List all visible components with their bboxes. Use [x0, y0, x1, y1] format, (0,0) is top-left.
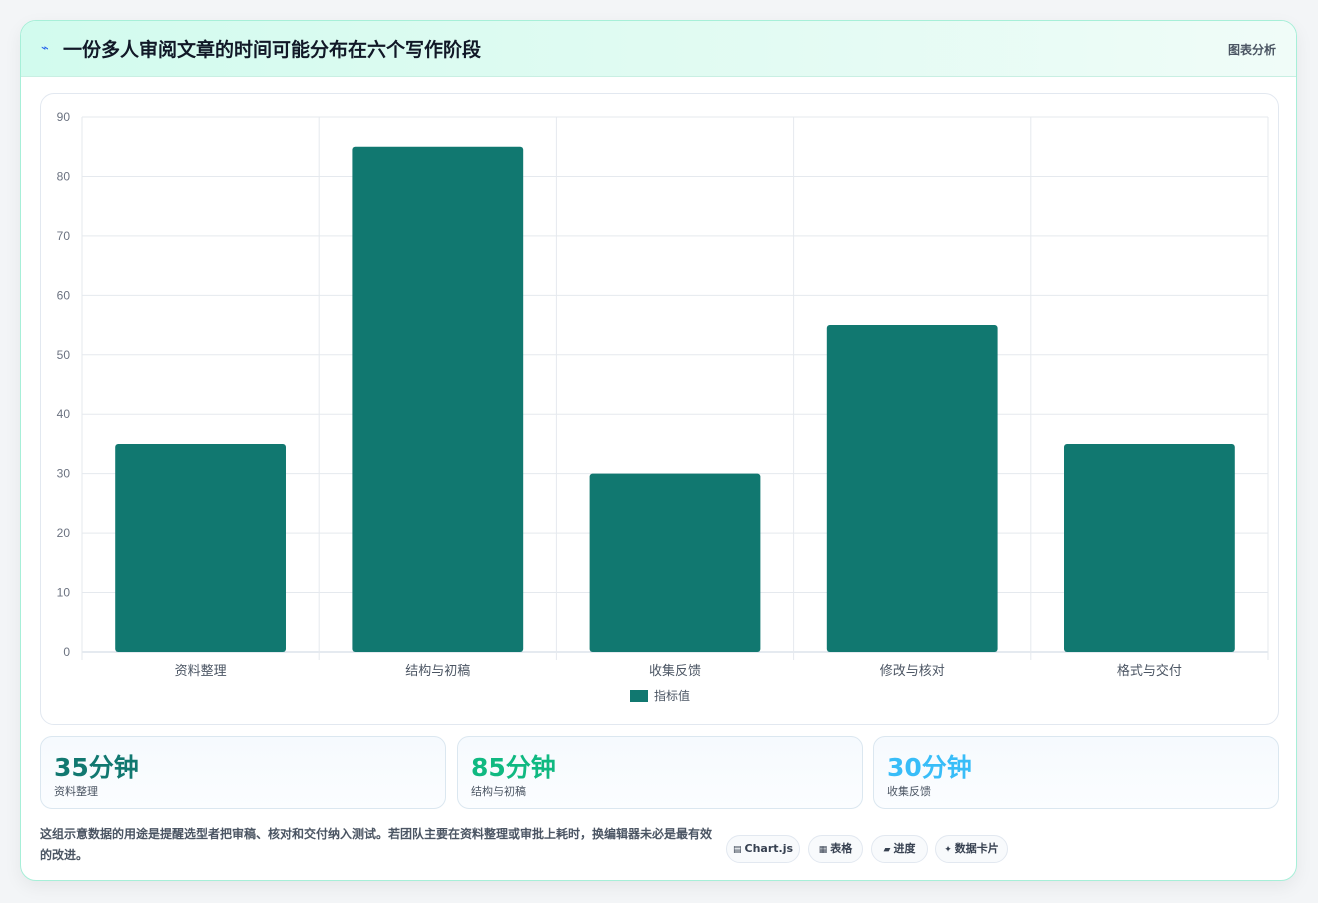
table-icon: ▦ [818, 845, 828, 855]
progress-icon: ▰ [883, 845, 891, 855]
stat-value: 85分钟 [471, 753, 556, 782]
stat-label: 资料整理 [54, 785, 98, 798]
chip-progress[interactable]: ▰ 进度 [871, 835, 928, 863]
y-tick-label: 50 [57, 348, 71, 362]
stat-card-2: 85分钟 结构与初稿 [457, 736, 863, 809]
x-tick-label: 收集反馈 [649, 663, 701, 679]
stat-label: 收集反馈 [887, 785, 931, 798]
bolt-icon: ⌁ [41, 41, 49, 56]
stat-value: 35分钟 [54, 753, 139, 782]
stat-card-3: 30分钟 收集反馈 [873, 736, 1279, 809]
chip-label: 表格 [830, 842, 853, 855]
stat-label: 结构与初稿 [471, 785, 526, 798]
chip-label: 进度 [893, 842, 916, 855]
y-tick-label: 90 [57, 110, 71, 124]
y-tick-label: 0 [63, 645, 70, 659]
bar [115, 443, 286, 652]
y-tick-label: 40 [57, 407, 71, 421]
bar [1064, 443, 1235, 652]
bar [826, 325, 998, 652]
legend-swatch [630, 690, 648, 702]
chip-label: Chart.js [744, 842, 794, 855]
chip-label: 数据卡片 [954, 842, 999, 855]
y-tick-label: 70 [57, 229, 71, 243]
x-tick-label: 资料整理 [175, 664, 227, 679]
y-tick-label: 60 [57, 288, 71, 302]
chip-table[interactable]: ▦ 表格 [808, 835, 863, 863]
stat-value: 30分钟 [887, 753, 972, 782]
chip-data-card[interactable]: ✦ 数据卡片 [935, 835, 1008, 863]
y-tick-label: 20 [57, 526, 71, 540]
bar [589, 473, 761, 652]
chart-icon: ▤ [732, 845, 742, 855]
stat-card-1: 35分钟 资料整理 [40, 736, 446, 809]
x-tick-label: 修改与核对 [880, 664, 945, 679]
y-tick-label: 10 [57, 586, 71, 600]
page-title: 一份多人审阅文章的时间可能分布在六个写作阶段 [63, 39, 482, 61]
footer-note: 这组示意数据的用途是提醒选型者把审稿、核对和交付纳入测试。若团队主要在资料整理或… [40, 827, 713, 862]
chart-panel: 0 10 20 30 40 50 60 70 80 90 资料整理 结构与初稿 收集反馈 修改与核对 格式与… [40, 93, 1279, 725]
x-tick-label: 结构与初稿 [405, 663, 470, 679]
card-header: ⌁ 一份多人审阅文章的时间可能分布在六个写作阶段 图表分析 [21, 21, 1296, 77]
chart-card: ⌁ 一份多人审阅文章的时间可能分布在六个写作阶段 图表分析 0 10 20 30 40 5… [20, 20, 1297, 881]
chart-analysis-tag: 图表分析 [1227, 43, 1276, 57]
y-tick-label: 30 [57, 467, 71, 481]
y-tick-label: 80 [57, 169, 71, 183]
chip-chartjs[interactable]: ▤ Chart.js [726, 835, 800, 863]
bar-chart: 0 10 20 30 40 50 60 70 80 90 资料整理 结构与初稿 收集反馈 修改与核对 格式与… [57, 110, 1269, 703]
bar [352, 146, 524, 652]
x-tick-label: 格式与交付 [1117, 663, 1182, 679]
legend-label: 指标值 [654, 688, 690, 703]
sparkle-icon: ✦ [944, 845, 952, 855]
